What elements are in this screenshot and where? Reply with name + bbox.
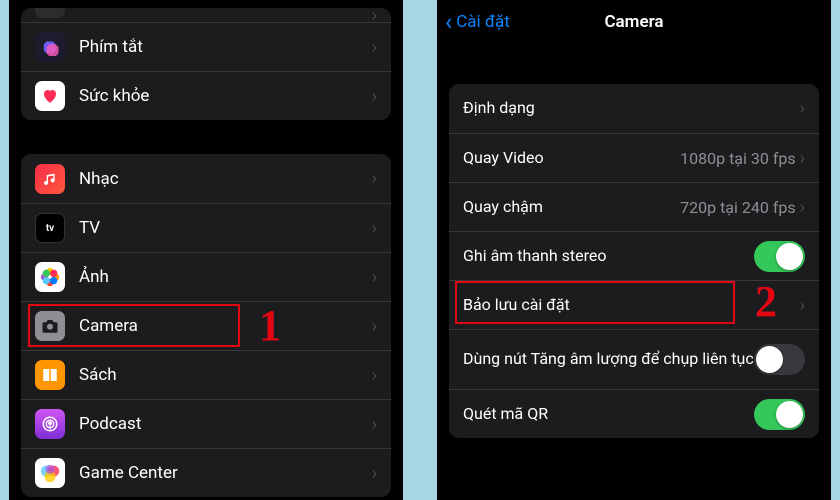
row-format[interactable]: Định dạng › bbox=[449, 84, 819, 133]
chevron-right-icon: › bbox=[372, 218, 377, 239]
row-label: Ảnh bbox=[79, 267, 372, 287]
chevron-right-icon: › bbox=[800, 197, 805, 218]
settings-group-1: › Phím tắt › Sức khỏe › bbox=[21, 8, 391, 120]
music-icon bbox=[35, 164, 65, 194]
row-label: Game Center bbox=[79, 463, 372, 483]
row-label: Sách bbox=[79, 365, 372, 385]
chevron-right-icon: › bbox=[372, 414, 377, 435]
partial-row: › bbox=[21, 8, 391, 22]
toggle-knob bbox=[776, 401, 803, 428]
camera-settings-group: Định dạng › Quay Video 1080p tại 30 fps … bbox=[449, 84, 819, 438]
toggle-knob bbox=[756, 346, 783, 373]
row-label: Định dạng bbox=[463, 98, 800, 119]
health-icon bbox=[35, 81, 65, 111]
podcast-icon bbox=[35, 409, 65, 439]
chevron-right-icon: › bbox=[800, 98, 805, 119]
row-slomo[interactable]: Quay chậm 720p tại 240 fps › bbox=[449, 182, 819, 231]
back-label: Cài đặt bbox=[456, 12, 510, 32]
back-button[interactable]: ‹ Cài đặt bbox=[445, 10, 510, 34]
row-photos[interactable]: Ảnh › bbox=[21, 252, 391, 301]
tv-icon: tv bbox=[35, 213, 65, 243]
row-detail: 1080p tại 30 fps bbox=[680, 149, 795, 168]
row-label: Bảo lưu cài đặt bbox=[463, 295, 800, 316]
photos-icon bbox=[35, 262, 65, 292]
row-video[interactable]: Quay Video 1080p tại 30 fps › bbox=[449, 133, 819, 182]
chevron-right-icon: › bbox=[800, 295, 805, 316]
row-health[interactable]: Sức khỏe › bbox=[21, 71, 391, 120]
row-label: Sức khỏe bbox=[79, 86, 372, 106]
settings-list-panel: › Phím tắt › Sức khỏe › Nhạc › tv TV › Ả… bbox=[9, 0, 403, 500]
row-label: TV bbox=[79, 218, 372, 238]
row-gamecenter[interactable]: Game Center › bbox=[21, 448, 391, 497]
toggle-knob bbox=[776, 243, 803, 270]
row-detail: 720p tại 240 fps bbox=[680, 198, 795, 217]
camera-icon bbox=[35, 311, 65, 341]
row-books[interactable]: Sách › bbox=[21, 350, 391, 399]
chevron-left-icon: ‹ bbox=[445, 10, 452, 34]
row-burst: Dùng nút Tăng âm lượng để chụp liên tục bbox=[449, 329, 819, 389]
chevron-right-icon: › bbox=[372, 463, 377, 484]
chevron-right-icon: › bbox=[372, 316, 377, 337]
row-label: Podcast bbox=[79, 414, 372, 434]
chevron-right-icon: › bbox=[372, 267, 377, 288]
nav-header: ‹ Cài đặt Camera bbox=[437, 0, 831, 44]
camera-settings-panel: ‹ Cài đặt Camera Định dạng › Quay Video … bbox=[437, 0, 831, 500]
row-music[interactable]: Nhạc › bbox=[21, 154, 391, 203]
annotation-2: 2 bbox=[755, 276, 777, 327]
row-label: Nhạc bbox=[79, 169, 372, 189]
chevron-right-icon: › bbox=[800, 148, 805, 169]
settings-group-2: Nhạc › tv TV › Ảnh › Camera › Sách › Pod… bbox=[21, 154, 391, 497]
row-label: Quay chậm bbox=[463, 197, 680, 218]
row-qr: Quét mã QR bbox=[449, 389, 819, 438]
shortcuts-icon bbox=[35, 32, 65, 62]
chevron-right-icon: › bbox=[372, 168, 377, 189]
annotation-1: 1 bbox=[259, 300, 281, 351]
row-tv[interactable]: tv TV › bbox=[21, 203, 391, 252]
row-label: Dùng nút Tăng âm lượng để chụp liên tục bbox=[463, 349, 754, 370]
row-label: Quay Video bbox=[463, 148, 680, 169]
page-title: Camera bbox=[604, 12, 663, 32]
row-stereo: Ghi âm thanh stereo bbox=[449, 231, 819, 280]
partial-icon bbox=[35, 8, 65, 18]
row-label: Quét mã QR bbox=[463, 404, 754, 425]
row-label: Camera bbox=[79, 316, 372, 336]
row-camera[interactable]: Camera › bbox=[21, 301, 391, 350]
row-label: Ghi âm thanh stereo bbox=[463, 246, 754, 267]
books-icon bbox=[35, 360, 65, 390]
chevron-right-icon: › bbox=[372, 37, 377, 58]
toggle-qr[interactable] bbox=[754, 399, 805, 430]
toggle-stereo[interactable] bbox=[754, 241, 805, 272]
row-label: Phím tắt bbox=[79, 37, 372, 57]
toggle-burst[interactable] bbox=[754, 344, 805, 375]
chevron-right-icon: › bbox=[372, 365, 377, 386]
row-shortcuts[interactable]: Phím tắt › bbox=[21, 22, 391, 71]
chevron-right-icon: › bbox=[372, 86, 377, 107]
row-podcast[interactable]: Podcast › bbox=[21, 399, 391, 448]
gamecenter-icon bbox=[35, 458, 65, 488]
